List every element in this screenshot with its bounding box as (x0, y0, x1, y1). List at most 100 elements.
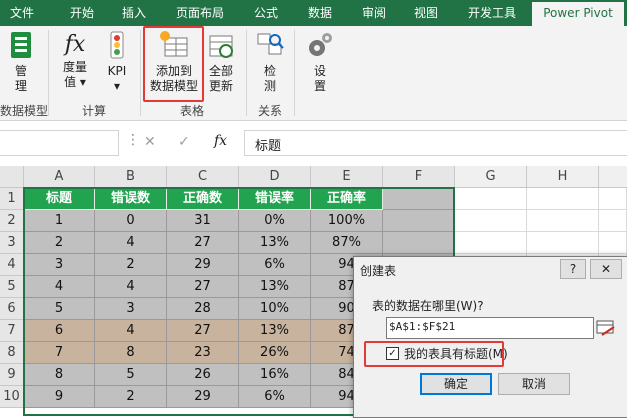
table-cell[interactable]: 31 (167, 210, 239, 232)
table-cell[interactable]: 26 (167, 364, 239, 386)
table-cell[interactable]: 27 (167, 232, 239, 254)
table-header-cell[interactable]: 标题 (24, 188, 95, 210)
table-cell[interactable]: 13% (239, 232, 311, 254)
sheet-cell[interactable] (599, 210, 627, 232)
refresh-all-button[interactable]: 全部 更新 (204, 30, 238, 94)
confirm-icon[interactable]: ✓ (178, 134, 190, 150)
table-cell[interactable]: 23 (167, 342, 239, 364)
table-cell[interactable]: 27 (167, 320, 239, 342)
measures-button[interactable]: fx 度量 值 ▾ (56, 30, 94, 90)
table-cell[interactable]: 16% (239, 364, 311, 386)
tab-home[interactable]: 开始 (56, 0, 108, 26)
column-header-d[interactable]: D (239, 166, 311, 188)
row-header[interactable]: 2 (0, 210, 24, 232)
sheet-cell[interactable] (599, 232, 627, 254)
manage-button[interactable]: 管 理 (0, 30, 42, 94)
table-header-cell[interactable]: 错误率 (239, 188, 311, 210)
tab-data[interactable]: 数据 (298, 0, 342, 26)
table-cell[interactable]: 6 (24, 320, 95, 342)
range-input[interactable]: $A$1:$F$21 (386, 317, 594, 339)
row-header[interactable]: 10 (0, 386, 24, 408)
column-header-i[interactable] (599, 166, 627, 188)
tab-view[interactable]: 视图 (404, 0, 448, 26)
sheet-cell[interactable] (455, 188, 527, 210)
select-all-corner[interactable] (0, 166, 24, 188)
row-header[interactable]: 4 (0, 254, 24, 276)
name-box[interactable] (0, 130, 119, 156)
table-cell[interactable]: 5 (95, 364, 167, 386)
sheet-cell[interactable] (527, 232, 599, 254)
row-header[interactable]: 1 (0, 188, 24, 210)
table-cell[interactable]: 8 (95, 342, 167, 364)
help-button[interactable]: ? (560, 259, 586, 279)
column-header-b[interactable]: B (95, 166, 167, 188)
table-header-cell[interactable]: 正确率 (311, 188, 383, 210)
sheet-cell[interactable] (599, 188, 627, 210)
table-cell[interactable]: 2 (95, 254, 167, 276)
kpi-button[interactable]: KPI ▾ (100, 30, 134, 94)
tab-developer[interactable]: 开发工具 (458, 0, 526, 26)
table-cell[interactable]: 4 (95, 320, 167, 342)
row-header[interactable]: 8 (0, 342, 24, 364)
column-header-g[interactable]: G (455, 166, 527, 188)
tab-file[interactable]: 文件 (0, 0, 44, 26)
table-cell[interactable]: 6% (239, 386, 311, 408)
table-cell[interactable]: 2 (24, 232, 95, 254)
column-header-c[interactable]: C (167, 166, 239, 188)
insert-function-icon[interactable]: fx (214, 133, 227, 149)
table-cell[interactable]: 8 (24, 364, 95, 386)
table-cell[interactable]: 13% (239, 320, 311, 342)
detect-button[interactable]: 检 测 (252, 30, 288, 94)
row-header[interactable]: 6 (0, 298, 24, 320)
row-header[interactable]: 9 (0, 364, 24, 386)
table-cell[interactable]: 4 (95, 232, 167, 254)
table-cell[interactable]: 87% (311, 232, 383, 254)
table-cell[interactable]: 1 (24, 210, 95, 232)
table-cell[interactable]: 4 (24, 276, 95, 298)
table-cell[interactable]: 4 (95, 276, 167, 298)
table-cell[interactable] (383, 232, 455, 254)
tab-page-layout[interactable]: 页面布局 (166, 0, 234, 26)
tab-power-pivot[interactable]: Power Pivot (532, 2, 624, 26)
table-cell[interactable]: 2 (95, 386, 167, 408)
table-cell[interactable]: 100% (311, 210, 383, 232)
table-cell[interactable] (383, 188, 455, 210)
formula-input[interactable]: 标题 (244, 130, 627, 156)
table-cell[interactable]: 3 (24, 254, 95, 276)
row-header[interactable]: 3 (0, 232, 24, 254)
sheet-cell[interactable] (455, 210, 527, 232)
tab-insert[interactable]: 插入 (112, 0, 156, 26)
tab-formulas[interactable]: 公式 (244, 0, 288, 26)
column-header-h[interactable]: H (527, 166, 599, 188)
table-cell[interactable]: 7 (24, 342, 95, 364)
table-cell[interactable]: 10% (239, 298, 311, 320)
column-header-e[interactable]: E (311, 166, 383, 188)
table-cell[interactable]: 26% (239, 342, 311, 364)
sheet-cell[interactable] (527, 210, 599, 232)
cancel-button[interactable]: 取消 (498, 373, 570, 395)
table-cell[interactable]: 13% (239, 276, 311, 298)
tab-review[interactable]: 审阅 (352, 0, 396, 26)
table-cell[interactable]: 27 (167, 276, 239, 298)
row-header[interactable]: 7 (0, 320, 24, 342)
table-cell[interactable]: 29 (167, 386, 239, 408)
table-cell[interactable]: 29 (167, 254, 239, 276)
table-cell[interactable]: 3 (95, 298, 167, 320)
sheet-cell[interactable] (527, 188, 599, 210)
table-header-cell[interactable]: 正确数 (167, 188, 239, 210)
column-header-a[interactable]: A (24, 166, 95, 188)
table-cell[interactable]: 6% (239, 254, 311, 276)
table-cell[interactable]: 28 (167, 298, 239, 320)
sheet-cell[interactable] (455, 232, 527, 254)
column-header-f[interactable]: F (383, 166, 455, 188)
collapse-dialog-icon[interactable] (596, 319, 616, 337)
table-cell[interactable]: 5 (24, 298, 95, 320)
table-header-cell[interactable]: 错误数 (95, 188, 167, 210)
table-cell[interactable]: 9 (24, 386, 95, 408)
row-header[interactable]: 5 (0, 276, 24, 298)
settings-button[interactable]: 设 置 (302, 30, 338, 94)
table-cell[interactable]: 0% (239, 210, 311, 232)
table-cell[interactable] (383, 210, 455, 232)
table-cell[interactable]: 0 (95, 210, 167, 232)
ok-button[interactable]: 确定 (420, 373, 492, 395)
